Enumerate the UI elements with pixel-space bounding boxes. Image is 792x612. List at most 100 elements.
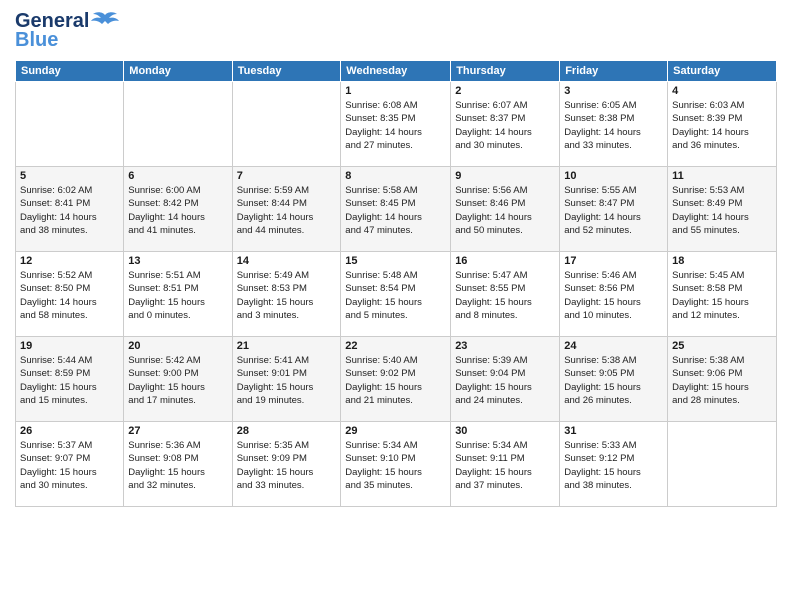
page: General Blue SundayMondayTuesdayWednesda…	[0, 0, 792, 612]
calendar-cell: 22 Sunrise: 5:40 AM Sunset: 9:02 PM Dayli…	[341, 337, 451, 422]
day-number: 7	[237, 170, 337, 182]
logo: General Blue	[15, 10, 119, 52]
calendar-cell: 2 Sunrise: 6:07 AM Sunset: 8:37 PM Daylig…	[451, 82, 560, 167]
day-info: Sunrise: 5:55 AM Sunset: 8:47 PM Dayligh…	[564, 184, 663, 237]
logo-bird-icon	[91, 11, 119, 33]
calendar-cell: 23 Sunrise: 5:39 AM Sunset: 9:04 PM Dayli…	[451, 337, 560, 422]
calendar-cell: 21 Sunrise: 5:41 AM Sunset: 9:01 PM Dayli…	[232, 337, 341, 422]
calendar-week-2: 5 Sunrise: 6:02 AM Sunset: 8:41 PM Daylig…	[16, 167, 777, 252]
day-number: 1	[345, 85, 446, 97]
calendar-cell: 19 Sunrise: 5:44 AM Sunset: 8:59 PM Dayli…	[16, 337, 124, 422]
day-info: Sunrise: 5:35 AM Sunset: 9:09 PM Dayligh…	[237, 439, 337, 492]
day-info: Sunrise: 5:58 AM Sunset: 8:45 PM Dayligh…	[345, 184, 446, 237]
calendar-cell: 30Sunrise: 5:34 AM Sunset: 9:11 PM Dayli…	[451, 422, 560, 507]
day-info: Sunrise: 5:44 AM Sunset: 8:59 PM Dayligh…	[20, 354, 119, 407]
weekday-header-wednesday: Wednesday	[341, 61, 451, 82]
day-number: 15	[345, 255, 446, 267]
day-info: Sunrise: 5:51 AM Sunset: 8:51 PM Dayligh…	[128, 269, 227, 322]
day-number: 4	[672, 85, 772, 97]
day-info: Sunrise: 6:07 AM Sunset: 8:37 PM Dayligh…	[455, 99, 555, 152]
day-number: 30	[455, 425, 555, 437]
calendar-cell: 31 Sunrise: 5:33 AM Sunset: 9:12 PM Dayli…	[560, 422, 668, 507]
day-info: Sunrise: 5:47 AM Sunset: 8:55 PM Dayligh…	[455, 269, 555, 322]
weekday-header-sunday: Sunday	[16, 61, 124, 82]
day-info: Sunrise: 5:41 AM Sunset: 9:01 PM Dayligh…	[237, 354, 337, 407]
calendar-cell	[668, 422, 777, 507]
calendar-cell: 3Sunrise: 6:05 AM Sunset: 8:38 PM Daylig…	[560, 82, 668, 167]
day-info: Sunrise: 5:49 AM Sunset: 8:53 PM Dayligh…	[237, 269, 337, 322]
calendar-week-4: 19 Sunrise: 5:44 AM Sunset: 8:59 PM Dayli…	[16, 337, 777, 422]
day-info: Sunrise: 6:08 AM Sunset: 8:35 PM Dayligh…	[345, 99, 446, 152]
day-info: Sunrise: 5:48 AM Sunset: 8:54 PM Dayligh…	[345, 269, 446, 322]
day-info: Sunrise: 5:53 AM Sunset: 8:49 PM Dayligh…	[672, 184, 772, 237]
calendar-cell: 5 Sunrise: 6:02 AM Sunset: 8:41 PM Daylig…	[16, 167, 124, 252]
logo-blue-text: Blue	[15, 29, 58, 52]
day-number: 21	[237, 340, 337, 352]
header: General Blue	[15, 10, 777, 52]
calendar-cell: 24Sunrise: 5:38 AM Sunset: 9:05 PM Dayli…	[560, 337, 668, 422]
weekday-header-tuesday: Tuesday	[232, 61, 341, 82]
weekday-header-row: SundayMondayTuesdayWednesdayThursdayFrid…	[16, 61, 777, 82]
day-number: 23	[455, 340, 555, 352]
calendar-cell: 7 Sunrise: 5:59 AM Sunset: 8:44 PM Daylig…	[232, 167, 341, 252]
calendar-cell: 12 Sunrise: 5:52 AM Sunset: 8:50 PM Dayli…	[16, 252, 124, 337]
day-number: 16	[455, 255, 555, 267]
calendar-cell: 15 Sunrise: 5:48 AM Sunset: 8:54 PM Dayli…	[341, 252, 451, 337]
day-number: 24	[564, 340, 663, 352]
day-info: Sunrise: 5:40 AM Sunset: 9:02 PM Dayligh…	[345, 354, 446, 407]
calendar-cell: 8 Sunrise: 5:58 AM Sunset: 8:45 PM Daylig…	[341, 167, 451, 252]
day-info: Sunrise: 6:00 AM Sunset: 8:42 PM Dayligh…	[128, 184, 227, 237]
day-number: 13	[128, 255, 227, 267]
calendar-cell: 9Sunrise: 5:56 AM Sunset: 8:46 PM Daylig…	[451, 167, 560, 252]
day-number: 27	[128, 425, 227, 437]
day-number: 31	[564, 425, 663, 437]
day-number: 29	[345, 425, 446, 437]
day-info: Sunrise: 6:03 AM Sunset: 8:39 PM Dayligh…	[672, 99, 772, 152]
weekday-header-friday: Friday	[560, 61, 668, 82]
day-info: Sunrise: 5:33 AM Sunset: 9:12 PM Dayligh…	[564, 439, 663, 492]
calendar-cell: 4 Sunrise: 6:03 AM Sunset: 8:39 PM Daylig…	[668, 82, 777, 167]
calendar-cell: 25 Sunrise: 5:38 AM Sunset: 9:06 PM Dayli…	[668, 337, 777, 422]
day-number: 20	[128, 340, 227, 352]
calendar-cell: 16 Sunrise: 5:47 AM Sunset: 8:55 PM Dayli…	[451, 252, 560, 337]
calendar-cell	[232, 82, 341, 167]
calendar-cell: 17Sunrise: 5:46 AM Sunset: 8:56 PM Dayli…	[560, 252, 668, 337]
day-number: 11	[672, 170, 772, 182]
day-number: 5	[20, 170, 119, 182]
calendar-cell: 27 Sunrise: 5:36 AM Sunset: 9:08 PM Dayli…	[124, 422, 232, 507]
day-number: 25	[672, 340, 772, 352]
calendar-cell: 10 Sunrise: 5:55 AM Sunset: 8:47 PM Dayli…	[560, 167, 668, 252]
day-number: 10	[564, 170, 663, 182]
day-number: 8	[345, 170, 446, 182]
day-info: Sunrise: 5:59 AM Sunset: 8:44 PM Dayligh…	[237, 184, 337, 237]
day-number: 12	[20, 255, 119, 267]
day-info: Sunrise: 5:34 AM Sunset: 9:10 PM Dayligh…	[345, 439, 446, 492]
day-number: 18	[672, 255, 772, 267]
day-info: Sunrise: 5:39 AM Sunset: 9:04 PM Dayligh…	[455, 354, 555, 407]
calendar-cell: 20 Sunrise: 5:42 AM Sunset: 9:00 PM Dayli…	[124, 337, 232, 422]
day-number: 28	[237, 425, 337, 437]
day-info: Sunrise: 5:38 AM Sunset: 9:06 PM Dayligh…	[672, 354, 772, 407]
calendar-cell	[124, 82, 232, 167]
day-number: 22	[345, 340, 446, 352]
day-number: 19	[20, 340, 119, 352]
calendar-cell: 29 Sunrise: 5:34 AM Sunset: 9:10 PM Dayli…	[341, 422, 451, 507]
day-info: Sunrise: 5:36 AM Sunset: 9:08 PM Dayligh…	[128, 439, 227, 492]
calendar-cell: 26 Sunrise: 5:37 AM Sunset: 9:07 PM Dayli…	[16, 422, 124, 507]
day-info: Sunrise: 5:42 AM Sunset: 9:00 PM Dayligh…	[128, 354, 227, 407]
calendar-cell: 13 Sunrise: 5:51 AM Sunset: 8:51 PM Dayli…	[124, 252, 232, 337]
calendar-cell	[16, 82, 124, 167]
day-info: Sunrise: 6:05 AM Sunset: 8:38 PM Dayligh…	[564, 99, 663, 152]
day-number: 26	[20, 425, 119, 437]
calendar-week-3: 12 Sunrise: 5:52 AM Sunset: 8:50 PM Dayli…	[16, 252, 777, 337]
day-info: Sunrise: 5:52 AM Sunset: 8:50 PM Dayligh…	[20, 269, 119, 322]
day-info: Sunrise: 6:02 AM Sunset: 8:41 PM Dayligh…	[20, 184, 119, 237]
weekday-header-saturday: Saturday	[668, 61, 777, 82]
weekday-header-monday: Monday	[124, 61, 232, 82]
day-info: Sunrise: 5:37 AM Sunset: 9:07 PM Dayligh…	[20, 439, 119, 492]
day-number: 17	[564, 255, 663, 267]
calendar-cell: 1 Sunrise: 6:08 AM Sunset: 8:35 PM Daylig…	[341, 82, 451, 167]
day-number: 2	[455, 85, 555, 97]
day-info: Sunrise: 5:45 AM Sunset: 8:58 PM Dayligh…	[672, 269, 772, 322]
day-info: Sunrise: 5:56 AM Sunset: 8:46 PM Dayligh…	[455, 184, 555, 237]
